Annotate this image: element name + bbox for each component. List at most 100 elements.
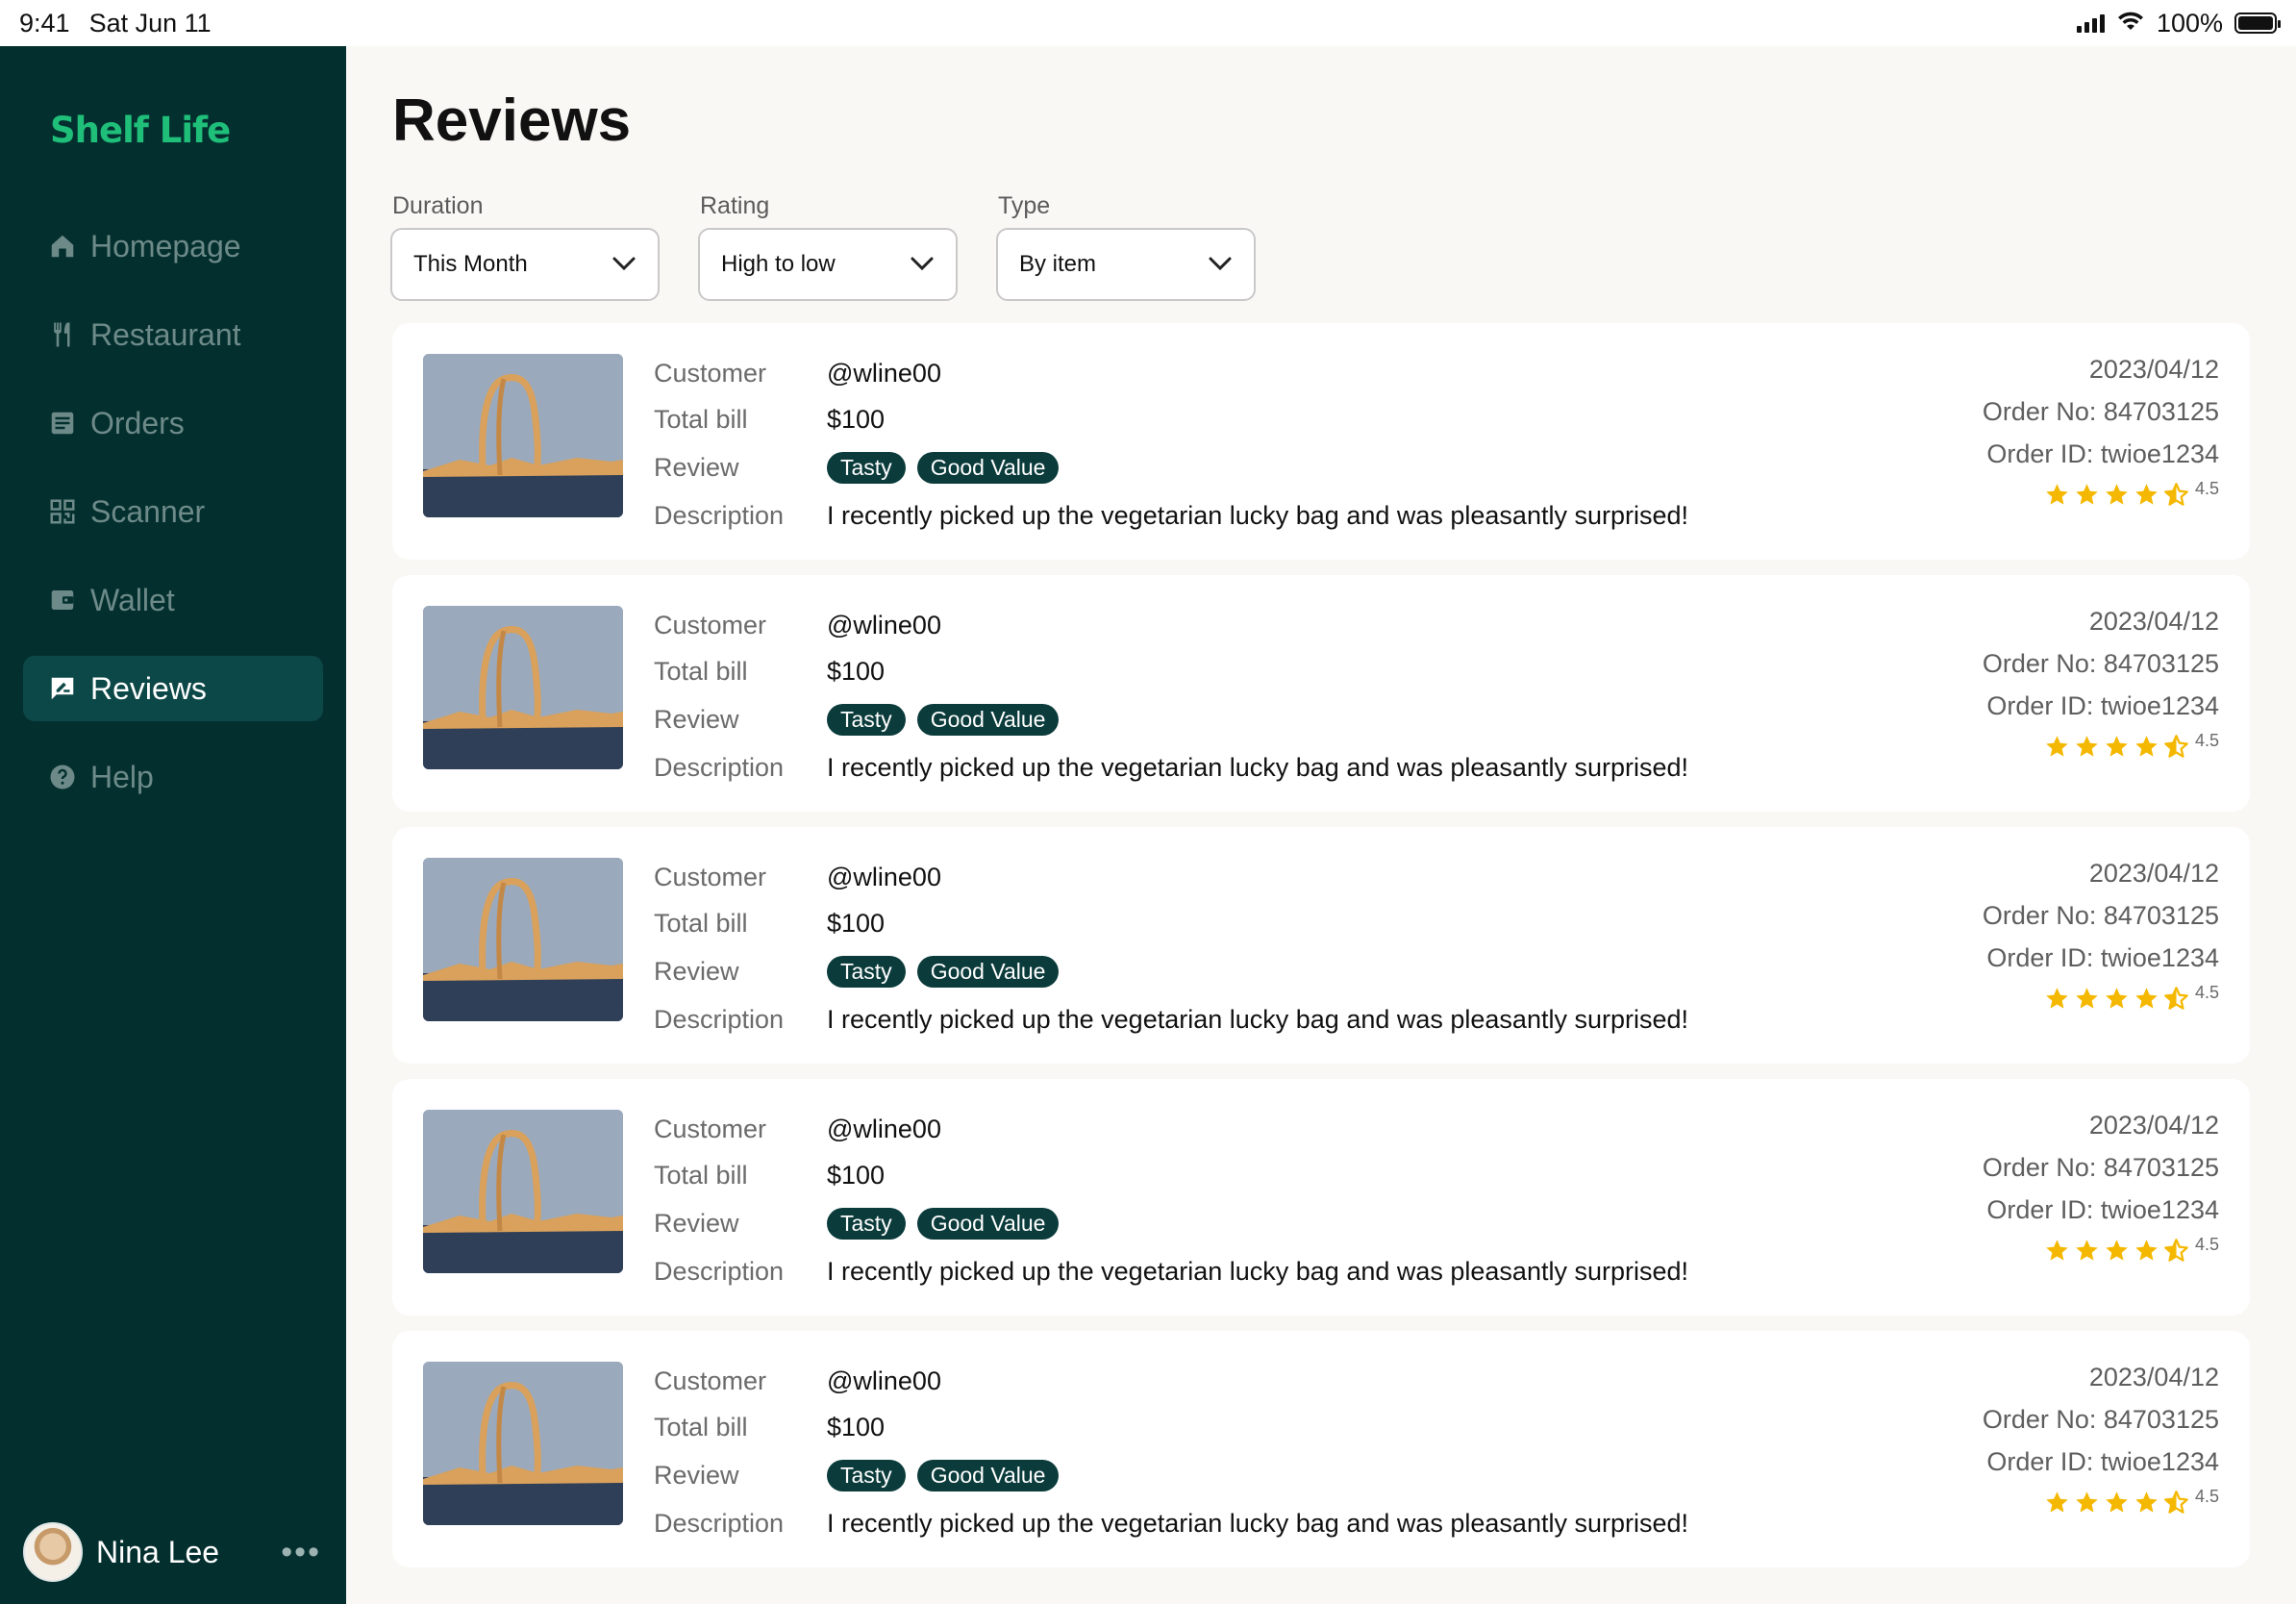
review-date: 2023/04/12 [2088,859,2219,888]
description-row: Description I recently picked up the vege… [654,1248,1688,1294]
customer-row: Customer @wline00 [654,350,1688,396]
description-label: Description [654,1256,785,1286]
filter-label: Rating [700,192,770,219]
review-fields: Customer @wline00 Total bill $100 Review Tast… [654,1358,1688,1546]
review-fields: Customer @wline00 Total bill $100 Review Tast… [654,602,1688,790]
review-card[interactable]: Customer @wline00 Total bill $100 Review Tast… [392,575,2250,812]
review-label: Review [654,452,739,482]
review-tag: Good Value [916,703,1060,736]
rating-value: 4.5 [2194,1487,2219,1506]
customer-handle: @wline00 [827,862,941,891]
review-date: 2023/04/12 [2088,607,2219,636]
star-icon [2134,734,2159,760]
wifi-icon [2116,9,2145,38]
home-icon [48,232,77,261]
order-number: Order No: 84703125 [1982,901,2219,930]
customer-label: Customer [654,862,767,891]
review-tags: Tasty Good Value [827,703,1070,736]
half-star-icon [2163,482,2189,508]
star-rating: 4.5 [1983,1481,2219,1523]
review-label: Review [654,1460,739,1490]
avatar[interactable] [23,1522,83,1582]
sidebar-item-reviews[interactable]: Reviews [23,656,323,721]
type-select[interactable]: By item [996,228,1256,301]
review-card[interactable]: Customer @wline00 Total bill $100 Review Tast… [392,1079,2250,1316]
status-time: 9:41 [19,8,70,38]
description-text: I recently picked up the vegetarian luck… [827,500,1689,530]
total-bill-row: Total bill $100 [654,396,1688,442]
app-logo[interactable]: Shelf Life [50,110,231,151]
review-card[interactable]: Customer @wline00 Total bill $100 Review Tast… [392,827,2250,1064]
description-label: Description [654,1508,785,1538]
product-image [423,606,623,769]
sidebar-item-orders[interactable]: Orders [23,390,323,456]
scanner-icon [48,497,77,526]
total-bill-label: Total bill [654,1160,748,1190]
sidebar-item-wallet[interactable]: Wallet [23,567,323,633]
review-list: Customer @wline00 Total bill $100 Review Tast… [392,323,2250,1583]
sidebar: Shelf Life Homepage Restaurant Orders Scann… [0,46,346,1604]
order-id: Order ID: twioe1234 [1986,691,2219,720]
customer-handle: @wline00 [827,1366,941,1395]
select-value: This Month [413,251,528,277]
customer-handle: @wline00 [827,1114,941,1143]
half-star-icon [2163,734,2189,760]
review-label: Review [654,704,739,734]
sidebar-item-label: Wallet [90,582,175,617]
customer-row: Customer @wline00 [654,1106,1688,1152]
chevron-down-icon [910,251,935,278]
star-icon [2074,1490,2100,1516]
star-icon [2134,1238,2159,1264]
review-row: Review Tasty Good Value [654,1450,1688,1500]
review-tag: Tasty [827,1207,906,1240]
product-image [423,858,623,1021]
sidebar-item-homepage[interactable]: Homepage [23,213,323,279]
review-date: 2023/04/12 [2088,1111,2219,1140]
status-date: Sat Jun 11 [88,8,212,38]
review-label: Review [654,956,739,986]
sidebar-item-label: Orders [90,405,185,440]
sidebar-item-scanner[interactable]: Scanner [23,479,323,544]
select-value: By item [1019,251,1097,277]
review-label: Review [654,1208,739,1238]
star-icon [2074,482,2100,508]
duration-select[interactable]: This Month [390,228,660,301]
total-bill-value: $100 [827,1412,886,1441]
review-card[interactable]: Customer @wline00 Total bill $100 Review Tast… [392,323,2250,560]
more-options-icon[interactable]: ••• [281,1534,321,1571]
customer-handle: @wline00 [827,358,941,388]
user-name: Nina Lee [96,1534,220,1569]
product-image [423,354,623,517]
customer-row: Customer @wline00 [654,602,1688,648]
customer-label: Customer [654,610,767,639]
review-card[interactable]: Customer @wline00 Total bill $100 Review Tast… [392,1331,2250,1567]
customer-label: Customer [654,1366,767,1395]
customer-row: Customer @wline00 [654,854,1688,900]
battery-percent: 100% [2156,8,2223,38]
star-icon [2044,482,2070,508]
filter-duration: Duration This Month [390,192,660,301]
review-tag: Good Value [916,955,1060,988]
total-bill-label: Total bill [654,404,748,434]
order-number: Order No: 84703125 [1982,649,2219,678]
review-tag: Good Value [916,1459,1060,1491]
star-icon [2044,1490,2070,1516]
customer-label: Customer [654,1114,767,1143]
sidebar-item-restaurant[interactable]: Restaurant [23,302,323,367]
sidebar-item-label: Scanner [90,493,206,529]
sidebar-item-help[interactable]: Help [23,744,323,810]
review-tags: Tasty Good Value [827,451,1070,484]
review-row: Review Tasty Good Value [654,694,1688,744]
order-meta: 2023/04/12 Order No: 84703125 Order ID: tw… [1983,852,2219,1019]
rating-select[interactable]: High to low [698,228,958,301]
chevron-down-icon [611,251,636,278]
review-row: Review Tasty Good Value [654,442,1688,492]
user-profile[interactable]: Nina Lee ••• [23,1521,323,1583]
review-tag: Tasty [827,1459,906,1491]
description-label: Description [654,500,785,530]
customer-row: Customer @wline00 [654,1358,1688,1404]
sidebar-item-label: Restaurant [90,316,241,352]
description-label: Description [654,752,785,782]
star-icon [2044,986,2070,1012]
filter-type: Type By item [996,192,1256,301]
